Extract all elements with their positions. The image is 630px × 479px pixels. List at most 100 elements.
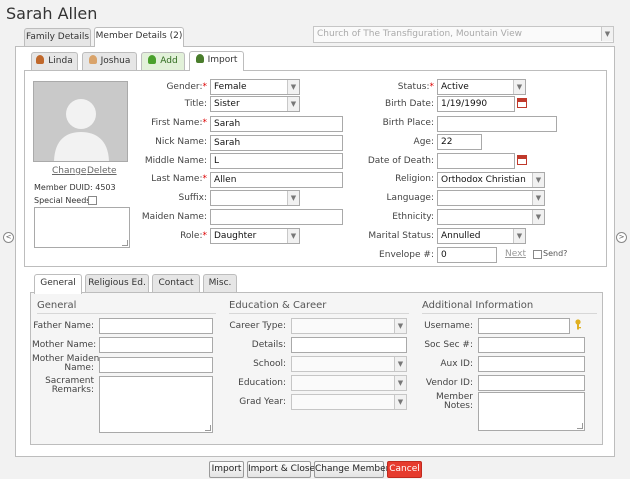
- suffix-label: Suffix:: [178, 193, 207, 203]
- page-title: Sarah Allen: [6, 4, 98, 23]
- envelope-input[interactable]: 0: [437, 247, 497, 263]
- language-select[interactable]: ▼: [437, 190, 545, 206]
- marital-status-select[interactable]: Annulled ▼: [437, 228, 526, 244]
- gender-label: Gender:*: [166, 82, 207, 92]
- divider: [229, 313, 409, 314]
- school-select[interactable]: ▼: [291, 356, 407, 372]
- chevron-down-icon: ▼: [394, 357, 406, 371]
- member-tab-add[interactable]: Add: [141, 52, 185, 71]
- divider: [422, 313, 597, 314]
- calendar-icon[interactable]: [517, 155, 527, 165]
- special-needs-checkbox[interactable]: [88, 196, 97, 205]
- next-member-icon[interactable]: >: [616, 232, 627, 243]
- grad-year-select[interactable]: ▼: [291, 394, 407, 410]
- school-label: School:: [253, 359, 286, 369]
- ethnicity-select[interactable]: ▼: [437, 209, 545, 225]
- member-notes-textarea[interactable]: [478, 392, 585, 431]
- member-tab-linda[interactable]: Linda: [31, 52, 78, 71]
- age-input[interactable]: 22: [437, 134, 482, 150]
- member-photo[interactable]: [33, 81, 128, 162]
- status-select[interactable]: Active ▼: [437, 79, 526, 95]
- aux-id-input[interactable]: [478, 356, 585, 372]
- calendar-icon[interactable]: [517, 98, 527, 108]
- last-name-label: Last Name:*: [151, 174, 207, 184]
- maiden-name-label: Maiden Name:: [141, 212, 207, 222]
- delete-photo-link[interactable]: Delete: [87, 166, 117, 176]
- aux-id-label: Aux ID:: [440, 359, 473, 369]
- details-input[interactable]: [291, 337, 407, 353]
- cancel-button[interactable]: Cancel: [387, 461, 422, 478]
- date-of-death-input[interactable]: [437, 153, 515, 169]
- first-name-label: First Name:*: [151, 118, 207, 128]
- education-label: Education:: [238, 378, 286, 388]
- special-needs-label: Special Needs:: [34, 196, 94, 205]
- nick-name-input[interactable]: Sarah: [210, 135, 343, 151]
- ethnicity-label: Ethnicity:: [392, 212, 434, 222]
- subtab-general[interactable]: General: [34, 274, 82, 294]
- soc-sec-input[interactable]: [478, 337, 585, 353]
- import-button[interactable]: Import: [209, 461, 244, 478]
- role-select[interactable]: Daughter ▼: [210, 228, 300, 244]
- subtab-contact[interactable]: Contact: [152, 274, 200, 293]
- middle-name-input[interactable]: L: [210, 153, 343, 169]
- tab-member-details[interactable]: Member Details (2): [94, 27, 184, 47]
- religion-select[interactable]: Orthodox Christian ▼: [437, 172, 545, 188]
- person-icon: [88, 55, 97, 64]
- chevron-down-icon: ▼: [513, 80, 525, 94]
- nick-name-label: Nick Name:: [155, 137, 207, 147]
- chevron-down-icon: ▼: [394, 376, 406, 390]
- last-name-input[interactable]: Allen: [210, 172, 343, 188]
- member-tab-joshua[interactable]: Joshua: [82, 52, 137, 71]
- maiden-name-input[interactable]: [210, 209, 343, 225]
- username-input[interactable]: [478, 318, 570, 334]
- avatar-silhouette-icon: [54, 99, 109, 161]
- special-needs-textarea[interactable]: [34, 207, 130, 248]
- import-person-icon: [195, 54, 204, 63]
- gender-select[interactable]: Female ▼: [210, 79, 300, 95]
- chevron-down-icon: ▼: [532, 173, 544, 187]
- soc-sec-label: Soc Sec #:: [424, 340, 473, 350]
- middle-name-label: Middle Name:: [144, 156, 207, 166]
- vendor-id-input[interactable]: [478, 375, 585, 391]
- first-name-input[interactable]: Sarah: [210, 116, 343, 132]
- church-value: Church of The Transfiguration, Mountain …: [317, 29, 523, 39]
- mother-name-input[interactable]: [99, 337, 213, 353]
- chevron-down-icon: ▼: [287, 97, 299, 111]
- person-icon: [36, 55, 45, 64]
- career-type-select[interactable]: ▼: [291, 318, 407, 334]
- sacrament-remarks-textarea[interactable]: [99, 376, 213, 433]
- grad-year-label: Grad Year:: [239, 397, 286, 407]
- chevron-down-icon: ▼: [287, 80, 299, 94]
- subtab-misc[interactable]: Misc.: [203, 274, 237, 293]
- father-name-input[interactable]: [99, 318, 213, 334]
- envelope-next-link[interactable]: Next: [505, 249, 526, 259]
- father-name-label: Father Name:: [33, 321, 94, 331]
- divider: [37, 313, 216, 314]
- suffix-select[interactable]: ▼: [210, 190, 300, 206]
- chevron-down-icon: ▼: [601, 27, 613, 41]
- title-select[interactable]: Sister ▼: [210, 96, 300, 112]
- birth-place-input[interactable]: [437, 116, 557, 132]
- chevron-down-icon: ▼: [287, 191, 299, 205]
- key-icon[interactable]: [574, 319, 582, 330]
- tab-family-details[interactable]: Family Details: [24, 28, 91, 47]
- education-select[interactable]: ▼: [291, 375, 407, 391]
- import-close-button[interactable]: Import & Close: [247, 461, 315, 478]
- birth-date-input[interactable]: 1/19/1990: [437, 96, 515, 112]
- member-tab-import[interactable]: Import: [189, 51, 244, 71]
- chevron-down-icon: ▼: [513, 229, 525, 243]
- change-member-button[interactable]: Change Member: [314, 461, 389, 478]
- religion-label: Religion:: [395, 174, 434, 184]
- marital-status-label: Marital Status:: [368, 231, 434, 241]
- general-heading: General: [37, 300, 77, 311]
- language-label: Language:: [386, 193, 434, 203]
- previous-member-icon[interactable]: <: [3, 232, 14, 243]
- church-select[interactable]: Church of The Transfiguration, Mountain …: [313, 26, 614, 43]
- chevron-down-icon: ▼: [394, 319, 406, 333]
- mother-maiden-name-input[interactable]: [99, 357, 213, 373]
- chevron-down-icon: ▼: [394, 395, 406, 409]
- subtab-religious-ed[interactable]: Religious Ed.: [85, 274, 149, 293]
- add-person-icon: [148, 55, 157, 64]
- change-photo-link[interactable]: Change: [52, 166, 86, 176]
- send-checkbox[interactable]: [533, 250, 542, 259]
